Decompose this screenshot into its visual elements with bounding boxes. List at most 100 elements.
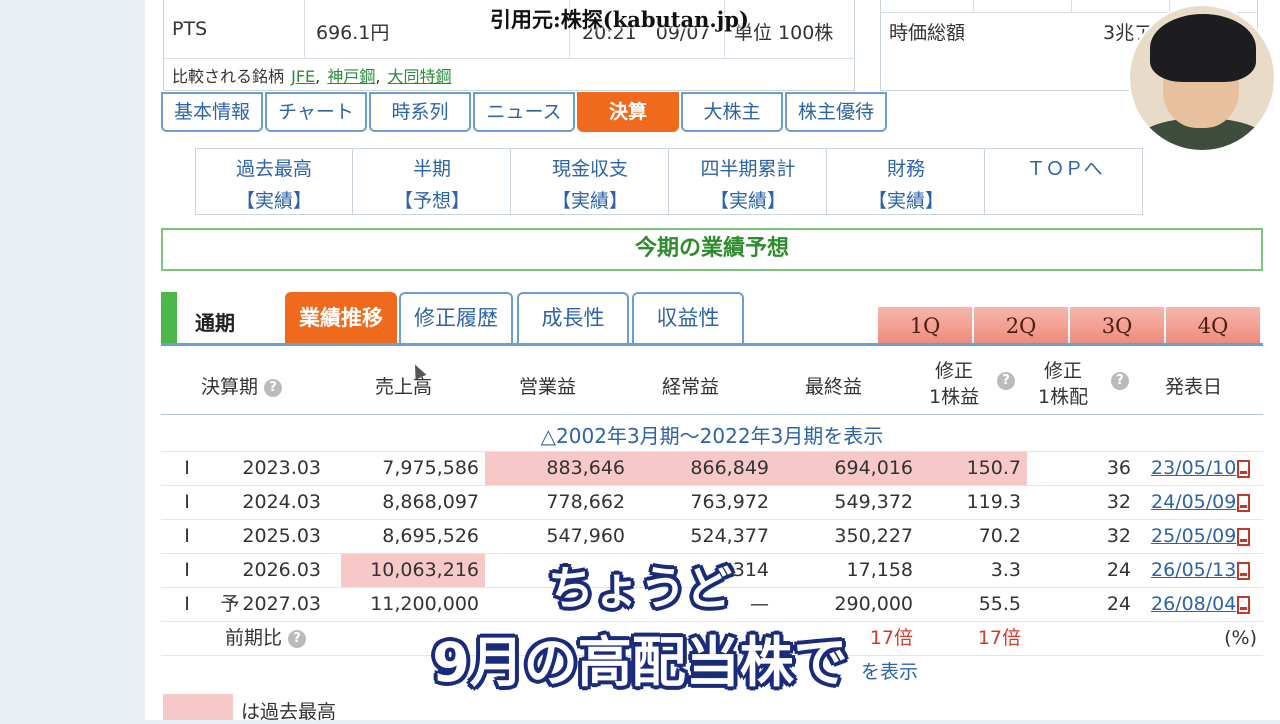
- compare-link-jfe[interactable]: JFE: [291, 67, 315, 86]
- help-icon[interactable]: ?: [1111, 372, 1129, 390]
- subnav-record-high[interactable]: 過去最高 【実績】: [196, 149, 353, 214]
- subnav-label: 財務: [886, 158, 925, 180]
- tab-growth[interactable]: 成長性: [517, 292, 629, 343]
- row-net: 694,016: [775, 452, 919, 485]
- subnav-sublabel: 【実績】: [551, 190, 628, 212]
- tab-basic-info[interactable]: 基本情報: [161, 92, 263, 132]
- row-sales: 8,695,526: [382, 525, 479, 547]
- subnav-top[interactable]: ＴＯＰへ: [986, 149, 1143, 214]
- quarter-2q-button[interactable]: 2Q: [974, 307, 1068, 343]
- header-dividend: 修正 1株配: [1038, 358, 1088, 410]
- tab-major-shareholders[interactable]: 大株主: [681, 92, 783, 132]
- tab-shareholder-benefits[interactable]: 株主優待: [785, 92, 887, 132]
- avatar-hair: [1150, 14, 1256, 82]
- header-text: 1株益: [929, 386, 980, 408]
- subnav-quarterly[interactable]: 四半期累計 【実績】: [670, 149, 827, 214]
- row-net: 549,372: [834, 491, 913, 513]
- row-ordinary: 524,377: [690, 525, 769, 547]
- announce-date-link[interactable]: 24/05/09: [1151, 491, 1236, 513]
- presenter-avatar: [1128, 4, 1276, 152]
- table-row: I 2025.03 8,695,526 547,960 524,377 350,…: [161, 519, 1263, 554]
- header-text: 修正: [1044, 360, 1083, 382]
- row-eps: 70.2: [978, 525, 1021, 547]
- section-marker: [161, 292, 177, 343]
- header-text: 1株配: [1038, 386, 1089, 408]
- compare-link-kobe[interactable]: 神戸鋼: [327, 67, 375, 86]
- row-period: 2024.03: [242, 491, 321, 513]
- subtitle-line-1: ちょうど: [548, 561, 732, 615]
- row-sales: 8,868,097: [382, 491, 479, 513]
- header-announce-date: 発表日: [1165, 376, 1223, 398]
- table-row: I 2024.03 8,868,097 778,662 763,972 549,…: [161, 485, 1263, 520]
- pdf-icon[interactable]: [1237, 527, 1251, 546]
- header-eps: 修正 1株益: [929, 358, 979, 410]
- quarter-4q-button[interactable]: 4Q: [1166, 307, 1260, 343]
- subnav-half-year[interactable]: 半期 【予想】: [354, 149, 511, 214]
- row-date: 25/05/09: [1137, 520, 1263, 553]
- announce-date-link[interactable]: 23/05/10: [1151, 457, 1236, 479]
- row-kind: I: [184, 525, 190, 547]
- header-divider: [161, 414, 1263, 415]
- subtitle-line-2: 9月の高配当株で: [432, 631, 848, 694]
- header-text: 修正: [935, 360, 974, 382]
- show-past-periods-link[interactable]: △2002年3月期～2022年3月期を表示: [161, 420, 1263, 449]
- quarter-1q-button[interactable]: 1Q: [878, 307, 972, 343]
- tab-results-trend[interactable]: 業績推移: [285, 292, 397, 343]
- pts-value: 696.1円: [316, 22, 390, 44]
- help-icon[interactable]: ?: [264, 378, 283, 397]
- row-sales: 7,975,586: [382, 457, 479, 479]
- quarter-3q-button[interactable]: 3Q: [1070, 307, 1164, 343]
- divider: [1071, 0, 1072, 12]
- row-eps: 150.7: [919, 452, 1027, 485]
- compare-label: 比較される銘柄: [172, 67, 285, 86]
- header-operating-profit: 営業益: [519, 376, 577, 398]
- row-kind: I: [184, 491, 190, 513]
- tab-news[interactable]: ニュース: [473, 92, 575, 132]
- subnav-label: 四半期累計: [700, 158, 796, 180]
- subnav-sublabel: 【予想】: [393, 190, 470, 212]
- section-divider: [161, 343, 1263, 346]
- tab-time-series[interactable]: 時系列: [369, 92, 471, 132]
- subnav-sublabel: 【実績】: [235, 190, 312, 212]
- row-net: 350,227: [834, 525, 913, 547]
- row-operating: 547,960: [546, 525, 625, 547]
- row-date: 24/05/09: [1137, 486, 1263, 519]
- tab-revision-history[interactable]: 修正履歴: [399, 292, 513, 343]
- subnav-sublabel: 【実績】: [867, 190, 944, 212]
- section-label: 通期: [195, 311, 235, 335]
- tab-chart[interactable]: チャート: [265, 92, 367, 132]
- row-ordinary: 763,972: [690, 491, 769, 513]
- row-ordinary: 866,849: [631, 452, 775, 485]
- divider: [304, 0, 305, 58]
- subnav-sublabel: 【実績】: [709, 190, 786, 212]
- pts-label: PTS: [172, 18, 208, 40]
- row-period: 2025.03: [242, 525, 321, 547]
- row-dividend: 32: [1106, 491, 1131, 513]
- tab-profitability[interactable]: 収益性: [632, 292, 744, 343]
- divider: [973, 0, 974, 12]
- subnav-cash-flow[interactable]: 現金収支 【実績】: [512, 149, 669, 214]
- row-operating: 778,662: [546, 491, 625, 513]
- pdf-icon[interactable]: [1237, 459, 1251, 478]
- table-row: I 2023.03 7,975,586 883,646 866,849 694,…: [161, 451, 1263, 486]
- compare-row: 比較される銘柄 JFE, 神戸鋼, 大同特鋼: [172, 67, 452, 86]
- header-text: 決算期: [201, 376, 259, 398]
- record-high-swatch: [163, 694, 233, 720]
- header-net-profit: 最終益: [805, 376, 863, 398]
- pdf-icon[interactable]: [1237, 493, 1251, 512]
- subnav-label: ＴＯＰへ: [1026, 158, 1103, 180]
- subnav-label: 現金収支: [551, 158, 628, 180]
- row-date: 23/05/10: [1137, 452, 1263, 485]
- forecast-heading: 今期の業績予想: [161, 228, 1263, 271]
- announce-date-link[interactable]: 25/05/09: [1151, 525, 1236, 547]
- row-dividend: 36: [1106, 457, 1131, 479]
- compare-link-daido[interactable]: 大同特鋼: [388, 67, 452, 86]
- header-ordinary-profit: 経常益: [662, 376, 720, 398]
- subnav-financials[interactable]: 財務 【実績】: [828, 149, 985, 214]
- row-dividend: 32: [1106, 525, 1131, 547]
- subnav-label: 過去最高: [235, 158, 312, 180]
- row-kind: I: [184, 457, 190, 479]
- tab-earnings[interactable]: 決算: [577, 92, 679, 132]
- help-icon[interactable]: ?: [997, 372, 1015, 390]
- earnings-subnav: 過去最高 【実績】 半期 【予想】 現金収支 【実績】 四半期累計 【実績】 財…: [195, 148, 1143, 215]
